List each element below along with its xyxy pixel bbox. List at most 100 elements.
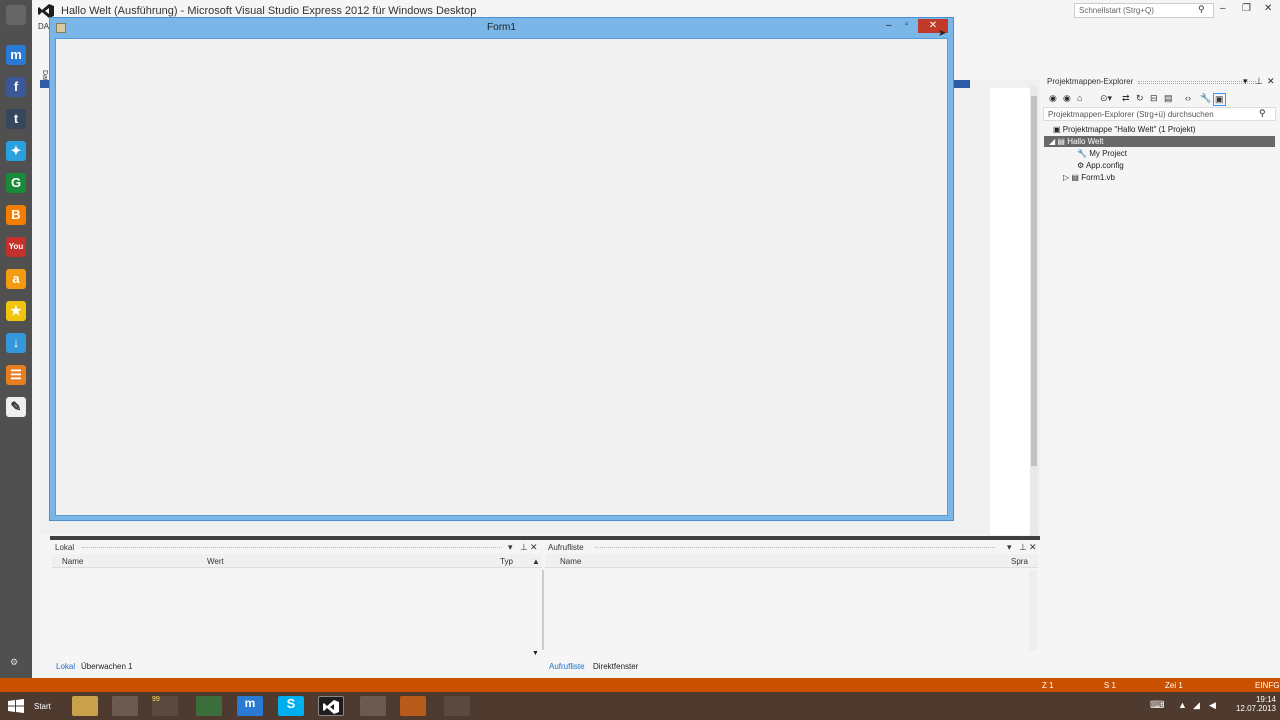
col-typ[interactable]: Typ — [500, 557, 513, 566]
visual-studio-app-icon[interactable] — [318, 696, 344, 716]
col-wert[interactable]: Wert — [207, 557, 224, 566]
start-label: Start — [34, 702, 51, 711]
tab-ueberwachen[interactable]: Überwachen 1 — [81, 662, 133, 671]
app-icon-10[interactable] — [444, 696, 470, 716]
locals-close-icon[interactable]: ✕ — [530, 542, 538, 553]
collapse-icon[interactable]: ⊟ — [1150, 93, 1158, 104]
locals-scrollbar[interactable] — [542, 570, 544, 650]
app-icon-2[interactable] — [112, 696, 138, 716]
tumblr-icon[interactable]: t — [6, 109, 26, 129]
scroll-up-icon[interactable]: ▲ — [532, 557, 540, 566]
start-button[interactable]: Start — [8, 696, 58, 716]
visual-studio-icon — [38, 4, 54, 18]
maxthon-app-icon[interactable]: m — [237, 696, 263, 716]
youtube-icon[interactable]: You — [6, 237, 26, 257]
locals-panel: Lokal ▾ ⊥ ✕ Name Wert Typ ▲ ▼ Lokal Über… — [52, 540, 544, 674]
tab-lokal[interactable]: Lokal — [56, 662, 75, 671]
callstack-dropdown-icon[interactable]: ▾ — [1007, 542, 1012, 553]
avatar[interactable] — [6, 5, 26, 25]
se-pin-icon[interactable]: ⊥ — [1255, 76, 1263, 87]
app-icon-9[interactable] — [400, 696, 426, 716]
form-maximize-button[interactable]: ▫ — [905, 19, 909, 30]
close-button[interactable]: ✕ — [1264, 3, 1272, 14]
wrench-icon: 🔧 — [1077, 149, 1087, 158]
view-code-icon[interactable]: ‹› — [1185, 93, 1191, 103]
twitter-icon[interactable]: ✦ — [6, 141, 26, 161]
vertical-scrollbar[interactable] — [1030, 86, 1038, 536]
form1-window: Form1 – ▫ ✕ — [49, 17, 954, 521]
properties-icon[interactable]: 🔧 — [1200, 93, 1211, 104]
app-icon-3[interactable]: 99 — [152, 696, 178, 716]
se-dropdown-icon[interactable]: ▾ — [1243, 76, 1248, 87]
se-search-icon[interactable]: ⚲ — [1259, 108, 1266, 119]
status-col: S 1 — [1104, 681, 1117, 690]
volume-icon[interactable]: ◀ — [1209, 700, 1216, 711]
show-all-icon[interactable]: ▤ — [1164, 93, 1173, 104]
app-icon-8[interactable] — [360, 696, 386, 716]
download-icon[interactable]: ↓ — [6, 333, 26, 353]
tray-arrow-icon[interactable]: ▲ — [1178, 700, 1187, 710]
facebook-icon[interactable]: f — [6, 77, 26, 97]
form-titlebar[interactable]: Form1 – ▫ ✕ — [50, 18, 953, 38]
window-title: Hallo Welt (Ausführung) - Microsoft Visu… — [61, 5, 477, 17]
g-icon[interactable]: G — [6, 173, 26, 193]
col-name[interactable]: Name — [62, 557, 83, 566]
minecraft-app-icon[interactable] — [196, 696, 222, 716]
settings-icon[interactable]: ⚙ — [10, 657, 18, 668]
tree-item-myproject[interactable]: 🔧 My Project — [1077, 149, 1127, 158]
se-title-grip — [1138, 81, 1256, 84]
star-icon[interactable]: ★ — [6, 301, 26, 321]
tab-aufrufliste[interactable]: Aufrufliste — [549, 662, 585, 671]
solution-icon: ▣ — [1053, 125, 1061, 134]
tab-direktfenster[interactable]: Direktfenster — [593, 662, 638, 671]
se-search-input[interactable]: Projektmappen-Explorer (Strg+ü) durchsuc… — [1043, 107, 1276, 121]
tree-item-form1[interactable]: ▷ ▤ Form1.vb — [1063, 173, 1115, 182]
amazon-icon[interactable]: a — [6, 269, 26, 289]
maxthon-icon[interactable]: m — [6, 45, 26, 65]
network-icon[interactable]: ◢ — [1193, 700, 1200, 711]
forward-icon[interactable]: ◉ — [1063, 93, 1071, 104]
status-line: Z 1 — [1042, 681, 1054, 690]
minimize-button[interactable]: – — [1220, 3, 1226, 14]
search-icon[interactable]: ⚲ — [1198, 4, 1205, 15]
tree-item-appconfig[interactable]: ⚙ App.config — [1077, 161, 1124, 170]
mouse-cursor-icon: ➤ — [938, 28, 947, 39]
editor-margin — [990, 88, 1030, 535]
menu-stub[interactable]: DA — [38, 22, 49, 31]
scroll-down-icon[interactable]: ▼ — [532, 650, 539, 657]
tree-item-project[interactable]: ◢ ▤ Hallo Welt — [1049, 137, 1104, 146]
se-close-icon[interactable]: ✕ — [1267, 76, 1275, 87]
refresh-icon[interactable]: ↻ — [1136, 93, 1144, 104]
callstack-scrollbar[interactable] — [1029, 570, 1037, 650]
expand-arrow-icon: ▷ — [1063, 173, 1070, 182]
tree-item-solution[interactable]: ▣ Projektmappe "Hallo Welt" (1 Projekt) — [1053, 125, 1196, 134]
sync-icon[interactable]: ⇄ — [1122, 93, 1130, 104]
locals-title: Lokal — [55, 543, 75, 552]
restore-button[interactable]: ❐ — [1242, 3, 1251, 14]
form-minimize-button[interactable]: – — [886, 20, 892, 31]
clock[interactable]: 19:14 12.07.2013 — [1228, 695, 1276, 713]
back-icon[interactable]: ◉ — [1049, 93, 1057, 104]
home-icon[interactable]: ⌂ — [1077, 93, 1082, 103]
keyboard-icon[interactable]: ⌨ — [1150, 700, 1164, 711]
form-client-area[interactable] — [55, 38, 948, 516]
col-sprache[interactable]: Spra — [1011, 557, 1028, 566]
explorer-app-icon[interactable] — [72, 696, 98, 716]
locals-dropdown-icon[interactable]: ▾ — [508, 542, 513, 553]
status-bar: Z 1 S 1 Zei 1 EINFG — [0, 678, 1280, 692]
callstack-header: Name Spra — [545, 554, 1038, 568]
solution-explorer: Projektmappen-Explorer ▾ ⊥ ✕ ◉ ◉ ⌂ ⊙▾ ⇄ … — [1043, 75, 1280, 680]
preview-icon[interactable]: ▣ — [1213, 93, 1226, 106]
callstack-pin-icon[interactable]: ⊥ — [1019, 542, 1027, 553]
quick-launch-input[interactable]: Schnellstart (Strg+Q) — [1074, 3, 1214, 18]
col-name[interactable]: Name — [560, 557, 581, 566]
status-mode: EINFG — [1255, 681, 1280, 690]
notes-icon[interactable]: ✎ — [6, 397, 26, 417]
blogger-icon[interactable]: B — [6, 205, 26, 225]
history-icon[interactable]: ⊙▾ — [1100, 93, 1112, 104]
callstack-close-icon[interactable]: ✕ — [1029, 542, 1037, 553]
skype-app-icon[interactable]: S — [278, 696, 304, 716]
form-file-icon: ▤ — [1071, 173, 1079, 182]
locals-pin-icon[interactable]: ⊥ — [520, 542, 528, 553]
rss-icon[interactable]: ☰ — [6, 365, 26, 385]
